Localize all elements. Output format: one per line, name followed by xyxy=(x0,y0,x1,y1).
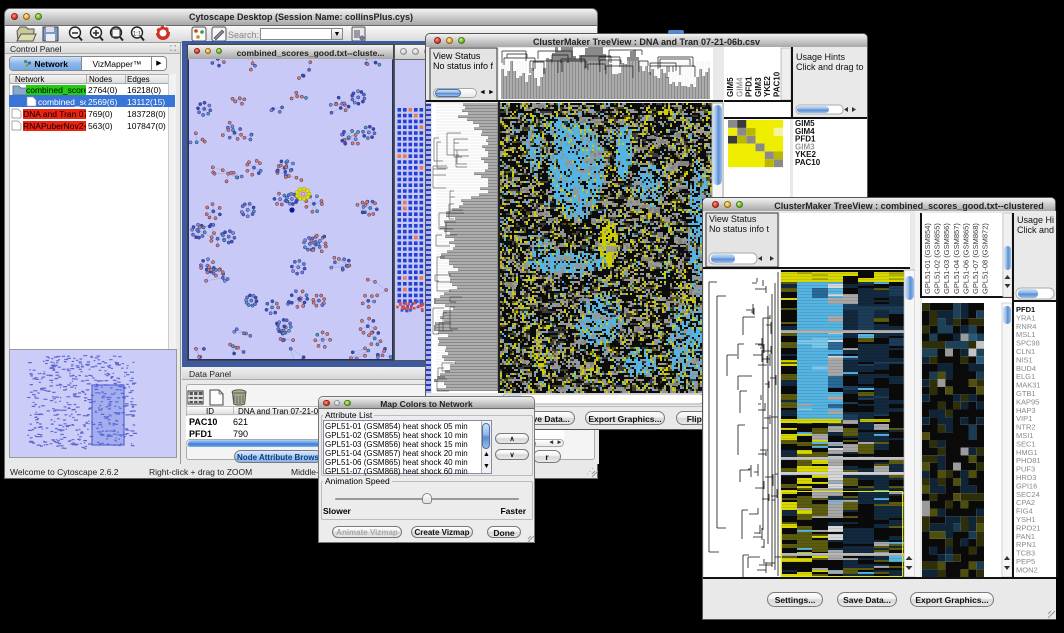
svg-text:GPL51-06 (GSM865): GPL51-06 (GSM865) xyxy=(961,223,970,294)
svg-text:GIM4: GIM4 xyxy=(735,77,744,97)
svg-text:YKE2: YKE2 xyxy=(763,76,772,97)
svg-text:Click and drag to: Click and drag to xyxy=(796,62,864,72)
svg-text:GPL51-07 (GSM868): GPL51-07 (GSM868) xyxy=(971,223,980,294)
svg-text:View Status: View Status xyxy=(709,214,757,224)
svg-text:GPL51-01 (GSM854): GPL51-01 (GSM854) xyxy=(923,223,932,294)
svg-text:GIM3: GIM3 xyxy=(754,77,763,97)
svg-text:Usage Hints: Usage Hints xyxy=(796,52,846,62)
svg-text:PFD1: PFD1 xyxy=(745,76,754,97)
svg-text:GIM5: GIM5 xyxy=(726,77,735,97)
svg-text:No status info t: No status info t xyxy=(709,224,770,234)
svg-text:Usage Hi: Usage Hi xyxy=(1017,215,1054,225)
svg-text:GPL51-03 (GSM856): GPL51-03 (GSM856) xyxy=(942,223,951,294)
svg-text:PAC10: PAC10 xyxy=(773,71,782,97)
svg-text:MON2: MON2 xyxy=(1016,565,1038,574)
svg-text:Click and: Click and xyxy=(1017,225,1054,235)
svg-text:PAC10: PAC10 xyxy=(795,158,821,167)
svg-text:GPL51-04 (GSM857): GPL51-04 (GSM857) xyxy=(952,223,961,294)
svg-text:GPL51-02 (GSM855): GPL51-02 (GSM855) xyxy=(933,223,942,294)
svg-text:GPL51-08 (GSM872): GPL51-08 (GSM872) xyxy=(981,223,990,294)
